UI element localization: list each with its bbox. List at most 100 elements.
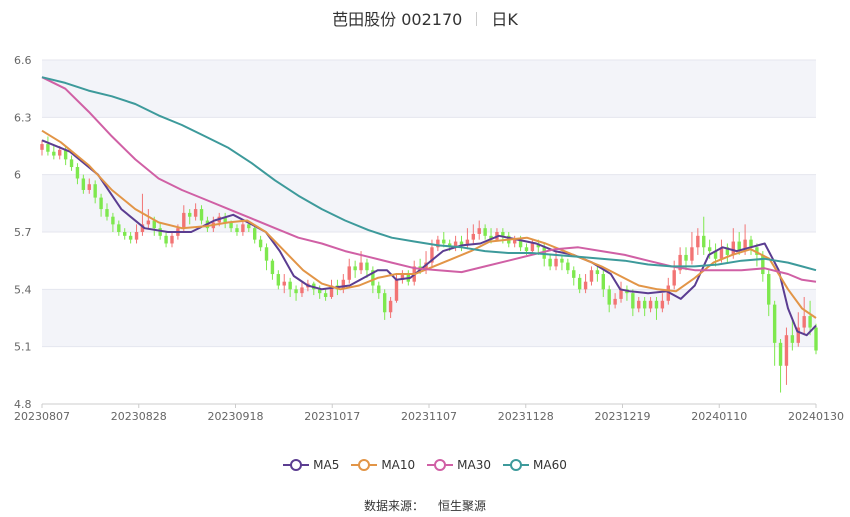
candle (69, 155, 74, 171)
candle-body (258, 239, 263, 248)
candle-body (554, 258, 558, 267)
candle (453, 235, 458, 252)
plot-band (42, 289, 816, 347)
candle-body (802, 316, 806, 328)
candle (347, 258, 351, 284)
candle (778, 339, 783, 393)
candle (678, 247, 682, 275)
candle-body (365, 262, 369, 271)
candle-body (134, 232, 139, 240)
x-tick-label: 20231107 (401, 410, 457, 423)
candle-body (778, 342, 783, 366)
candle-body (631, 293, 635, 309)
candle-body (294, 289, 298, 294)
candle-body (577, 277, 582, 290)
legend-item-ma5[interactable]: MA5 (283, 458, 339, 472)
candle (46, 136, 50, 156)
candle-body (690, 247, 694, 261)
candle-body (660, 300, 665, 309)
candle-body (75, 167, 80, 179)
candle (164, 232, 168, 248)
x-axis: 20230807 20230828 20230918 20231017 20231107… (14, 403, 844, 423)
x-tick-label: 20231017 (304, 410, 360, 423)
candle-body (566, 262, 570, 271)
candle (595, 266, 600, 282)
candle (548, 254, 552, 271)
candle-body (40, 144, 44, 150)
candle-body (359, 262, 363, 271)
candle (572, 266, 576, 286)
candle-body (193, 209, 198, 217)
candle-body (117, 224, 121, 232)
candle-body (164, 235, 168, 244)
candle (566, 258, 570, 275)
y-tick-label: 5.4 (14, 283, 32, 296)
legend-marker-dot (290, 459, 303, 471)
candle-body (229, 222, 233, 229)
candle-body (684, 254, 688, 261)
candle-body (347, 266, 351, 280)
candle-body (81, 178, 86, 190)
candle (258, 235, 263, 252)
legend: MA5 MA10 MA30 MA60 (0, 458, 850, 472)
candle (52, 146, 56, 160)
candle (672, 260, 676, 290)
candle-body (814, 327, 818, 351)
candle-body (702, 235, 706, 248)
candle-body (182, 212, 186, 229)
candle (264, 243, 269, 271)
candle-body (560, 258, 564, 263)
candle-body (589, 270, 594, 282)
candle-body (613, 298, 617, 305)
candle-body (69, 159, 74, 168)
candle (814, 323, 818, 355)
candle-body (607, 289, 611, 305)
legend-item-ma10[interactable]: MA10 (351, 458, 415, 472)
candle-body (87, 184, 91, 190)
candle-body (377, 285, 381, 294)
y-axis: 6.66.365.75.45.14.8 (14, 54, 32, 411)
candle-body (382, 293, 387, 313)
candle-body (648, 300, 653, 309)
legend-marker-dot (358, 459, 371, 471)
candle-body (761, 254, 765, 275)
candle-body (471, 233, 476, 240)
candle-body (808, 316, 812, 328)
candle-body (772, 304, 777, 343)
candle-body (105, 209, 109, 217)
candle-body (524, 247, 529, 252)
candle (560, 254, 564, 271)
candle-body (707, 247, 712, 252)
candle-body (58, 149, 62, 156)
candle-body (270, 260, 275, 275)
candle-body (46, 144, 50, 152)
candlestick-chart: 6.66.365.75.45.14.8 20230807 20230828 2023… (14, 54, 844, 423)
candle (749, 235, 753, 255)
candle (589, 266, 594, 286)
candle (270, 258, 275, 280)
candle-body (235, 228, 239, 232)
y-tick-label: 5.1 (14, 341, 32, 354)
legend-label: MA60 (533, 458, 567, 472)
candle-body (188, 212, 192, 217)
x-tick-label: 20230918 (208, 410, 264, 423)
candle-body (483, 228, 487, 236)
x-tick-label: 20230828 (111, 410, 167, 423)
candle-body (282, 281, 286, 286)
candle-body (501, 232, 505, 236)
candle-body (300, 287, 304, 294)
candle (512, 235, 517, 248)
legend-item-ma30[interactable]: MA30 (427, 458, 491, 472)
candle-body (170, 235, 174, 244)
legend-item-ma60[interactable]: MA60 (503, 458, 567, 472)
candle-body (158, 228, 162, 236)
candle (784, 327, 789, 385)
candle-body (93, 184, 97, 198)
candle (725, 243, 730, 263)
legend-marker (427, 459, 454, 471)
candle-body (654, 300, 659, 309)
candle-body (601, 274, 605, 290)
candle-body (123, 232, 127, 236)
candle-body (583, 281, 588, 290)
candle (276, 270, 281, 290)
